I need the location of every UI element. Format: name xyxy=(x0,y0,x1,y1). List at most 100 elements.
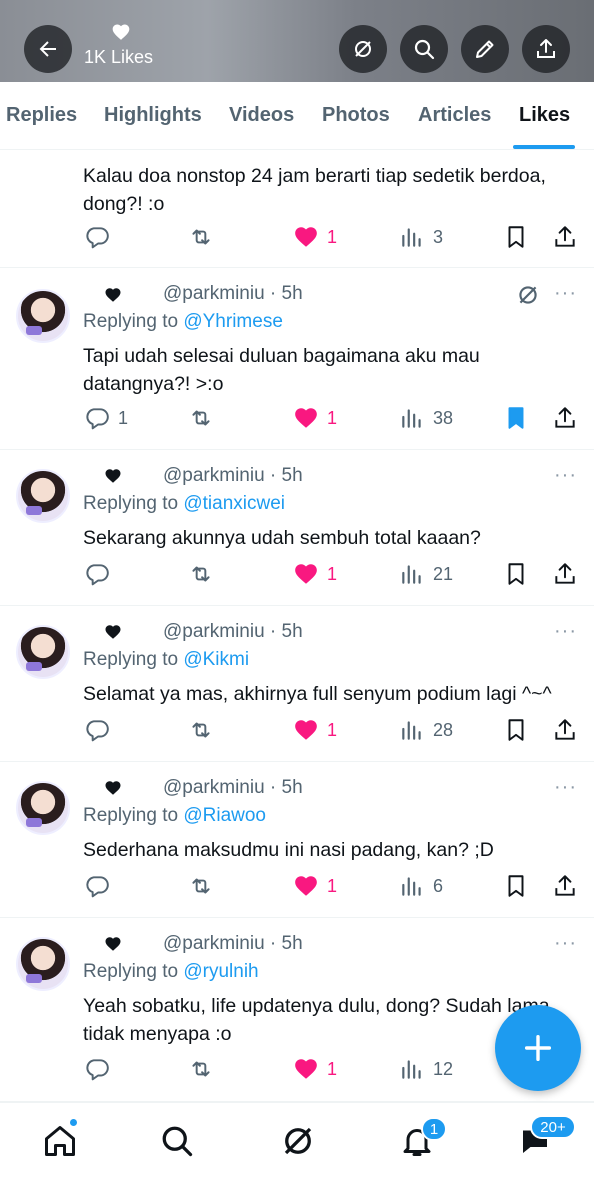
reply-button[interactable] xyxy=(84,1054,110,1084)
reply-button[interactable] xyxy=(84,222,110,252)
avatar[interactable] xyxy=(16,937,70,991)
tab-videos[interactable]: Videos xyxy=(229,104,294,127)
tab-likes[interactable]: Likes xyxy=(519,104,570,127)
bookmark-filled-icon xyxy=(508,407,524,429)
share-post-button[interactable] xyxy=(552,559,578,589)
post[interactable]: Kalau doa nonstop 24 jam berarti tiap se… xyxy=(0,150,594,268)
post[interactable]: @parkminiu · 5h ··· Replying to @tianxic… xyxy=(0,450,594,606)
post-handle[interactable]: @parkminiu · 5h xyxy=(163,465,303,487)
replying-to-handle[interactable]: @tianxicwei xyxy=(183,493,285,514)
like-count: 1 xyxy=(327,1058,338,1079)
more-options-button[interactable]: ··· xyxy=(554,620,577,643)
heart-filled-icon xyxy=(295,408,317,428)
grok-button[interactable] xyxy=(339,25,387,73)
share-post-button[interactable] xyxy=(552,222,578,252)
tab-photos[interactable]: Photos xyxy=(322,104,390,127)
bookmark-button[interactable] xyxy=(503,871,529,901)
heart-filled-icon xyxy=(295,564,317,584)
more-options-button[interactable]: ··· xyxy=(554,776,577,799)
heart-filled-icon xyxy=(295,227,317,247)
post[interactable]: @parkminiu · 5h ··· Replying to @Riawoo … xyxy=(0,762,594,918)
like-button[interactable]: 1 xyxy=(293,222,337,252)
reply-icon xyxy=(86,227,109,249)
views-button[interactable]: 12 xyxy=(399,1054,453,1084)
search-button[interactable] xyxy=(400,25,448,73)
views-button[interactable]: 38 xyxy=(399,403,453,433)
repost-button[interactable] xyxy=(188,715,214,745)
reply-button[interactable] xyxy=(84,559,110,589)
heart-icon xyxy=(105,625,121,639)
post[interactable]: @parkminiu · 5h ··· Replying to @Kikmi S… xyxy=(0,606,594,762)
share-button[interactable] xyxy=(522,25,570,73)
post-actions: 1 28 xyxy=(0,715,594,745)
post-actions: 1 1 38 xyxy=(0,403,594,433)
reply-button[interactable]: 1 xyxy=(84,403,128,433)
post-handle[interactable]: @parkminiu · 5h xyxy=(163,283,303,305)
like-button[interactable]: 1 xyxy=(293,1054,337,1084)
repost-icon xyxy=(192,229,210,245)
repost-button[interactable] xyxy=(188,222,214,252)
replying-to-handle[interactable]: @Yhrimese xyxy=(183,311,283,332)
more-options-button[interactable]: ··· xyxy=(554,282,577,305)
edit-button[interactable] xyxy=(461,25,509,73)
bookmark-button[interactable] xyxy=(503,715,529,745)
like-button[interactable]: 1 xyxy=(293,871,337,901)
share-post-button[interactable] xyxy=(552,715,578,745)
replying-prefix: Replying to xyxy=(83,311,179,332)
replying-to-handle[interactable]: @Riawoo xyxy=(183,805,266,826)
back-button[interactable] xyxy=(24,25,72,73)
repost-button[interactable] xyxy=(188,871,214,901)
views-chart-icon xyxy=(402,1060,421,1079)
views-button[interactable]: 28 xyxy=(399,715,453,745)
reply-button[interactable] xyxy=(84,871,110,901)
bookmark-button[interactable] xyxy=(503,403,529,433)
search-icon[interactable] xyxy=(159,1123,195,1159)
reply-button[interactable] xyxy=(84,715,110,745)
like-button[interactable]: 1 xyxy=(293,403,337,433)
replying-prefix: Replying to xyxy=(83,493,179,514)
tab-replies[interactable]: Replies xyxy=(6,104,77,127)
repost-button[interactable] xyxy=(188,1054,214,1084)
repost-button[interactable] xyxy=(188,403,214,433)
compose-button[interactable] xyxy=(495,1005,581,1091)
share-icon xyxy=(555,875,575,896)
share-post-button[interactable] xyxy=(552,403,578,433)
like-count: 1 xyxy=(327,226,338,247)
home-icon[interactable] xyxy=(42,1123,78,1159)
grok-icon[interactable] xyxy=(280,1123,316,1159)
like-button[interactable]: 1 xyxy=(293,715,337,745)
avatar[interactable] xyxy=(16,289,70,343)
views-button[interactable]: 6 xyxy=(399,871,443,901)
likes-feed: Kalau doa nonstop 24 jam berarti tiap se… xyxy=(0,150,594,1102)
replying-to: Replying to @tianxicwei xyxy=(83,493,285,515)
repost-button[interactable] xyxy=(188,559,214,589)
replying-to-handle[interactable]: @ryulnih xyxy=(183,961,258,982)
views-chart-icon xyxy=(402,565,421,584)
post[interactable]: @parkminiu · 5h ··· Replying to @Yhrimes… xyxy=(0,268,594,450)
avatar[interactable] xyxy=(16,625,70,679)
share-post-button[interactable] xyxy=(552,871,578,901)
grok-icon[interactable] xyxy=(515,282,541,308)
post-handle[interactable]: @parkminiu · 5h xyxy=(163,933,303,955)
reply-icon xyxy=(86,720,109,742)
like-button[interactable]: 1 xyxy=(293,559,337,589)
views-chart-icon xyxy=(402,877,421,896)
more-options-button[interactable]: ··· xyxy=(554,932,577,955)
post-handle[interactable]: @parkminiu · 5h xyxy=(163,777,303,799)
avatar[interactable] xyxy=(16,469,70,523)
tab-highlights[interactable]: Highlights xyxy=(104,104,202,127)
views-chart-icon xyxy=(402,228,421,247)
post-handle[interactable]: @parkminiu · 5h xyxy=(163,621,303,643)
view-count: 21 xyxy=(433,563,454,584)
heart-icon xyxy=(105,937,121,951)
tab-articles[interactable]: Articles xyxy=(418,104,491,127)
views-button[interactable]: 3 xyxy=(399,222,443,252)
replying-to-handle[interactable]: @Kikmi xyxy=(183,649,249,670)
bookmark-button[interactable] xyxy=(503,222,529,252)
reply-icon xyxy=(86,408,109,430)
avatar[interactable] xyxy=(16,781,70,835)
bookmark-button[interactable] xyxy=(503,559,529,589)
views-button[interactable]: 21 xyxy=(399,559,453,589)
like-count: 1 xyxy=(327,407,338,428)
more-options-button[interactable]: ··· xyxy=(554,464,577,487)
